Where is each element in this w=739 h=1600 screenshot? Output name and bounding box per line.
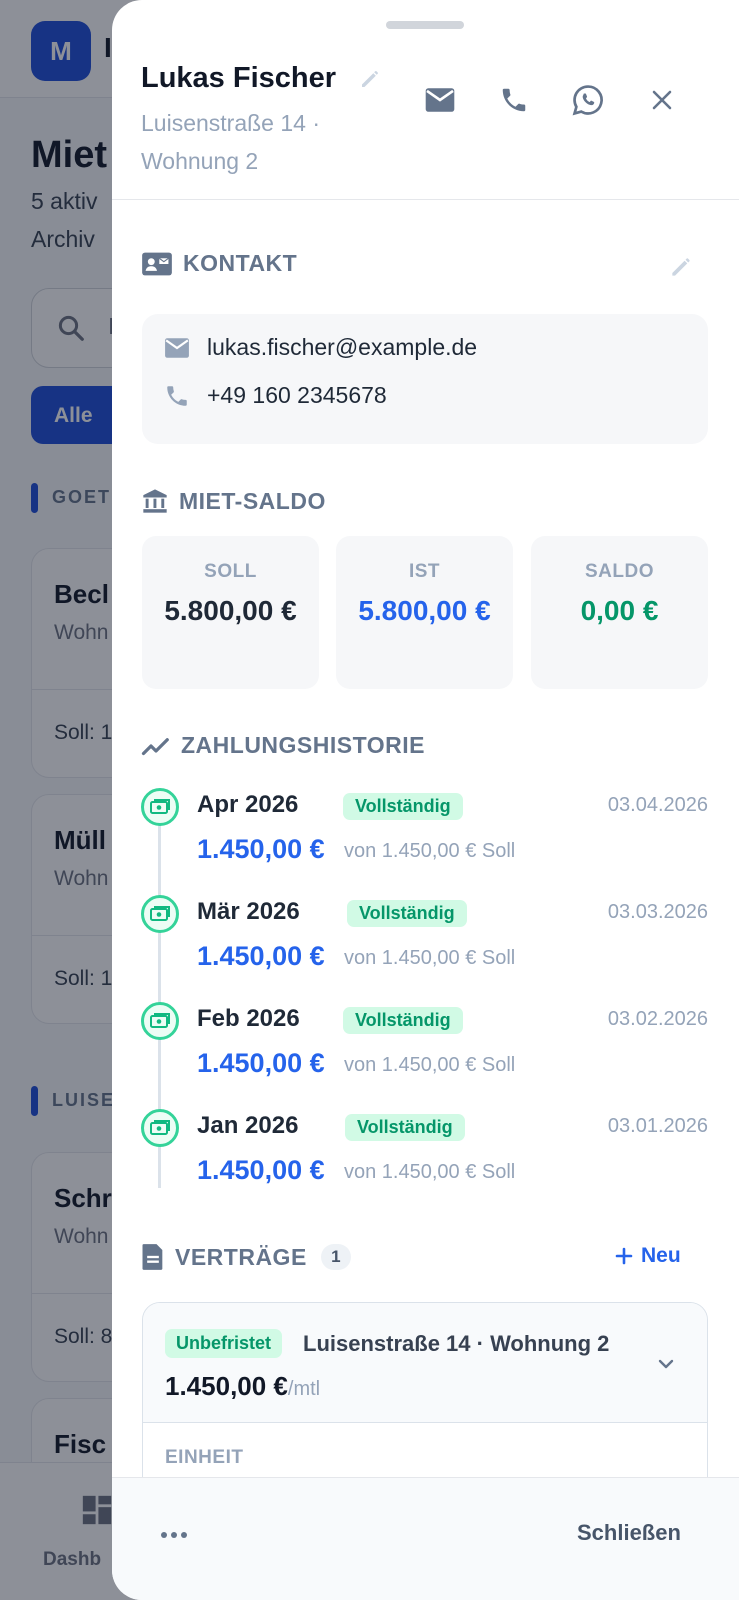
payment-status-badge: Vollständig — [343, 1007, 463, 1034]
drag-handle[interactable] — [386, 21, 464, 29]
contract-address: Luisenstraße 14 · Wohnung 2 — [303, 1331, 610, 1356]
mail-icon — [165, 337, 189, 358]
payment-item: Mär 2026 Vollständig 03.03.2026 1.450,00… — [141, 895, 708, 985]
saldo-label: IST — [408, 561, 441, 582]
email-button[interactable] — [420, 80, 460, 120]
payment-item: Jan 2026 Vollständig 03.01.2026 1.450,00… — [141, 1109, 708, 1199]
payment-month: Feb 2026 — [197, 1005, 300, 1032]
whatsapp-button[interactable] — [568, 80, 608, 120]
payment-expected: von 1.450,00 € Soll — [344, 947, 516, 969]
payment-item: Feb 2026 Vollständig 03.02.2026 1.450,00… — [141, 1002, 708, 1092]
payment-expected: von 1.450,00 € Soll — [344, 840, 516, 862]
payment-status-badge: Vollständig — [343, 793, 463, 820]
saldo-label: SALDO — [585, 561, 654, 582]
payment-status-icon — [141, 1002, 179, 1040]
contact-card-icon — [142, 252, 172, 275]
edit-contact-icon[interactable] — [668, 254, 694, 280]
contact-section-header: KONTAKT — [141, 250, 297, 277]
history-section-header: ZAHLUNGSHISTORIE — [141, 732, 425, 759]
document-icon — [142, 1244, 163, 1270]
tenant-detail-sheet: Lukas Fischer Luisenstraße 14 · Wohnung … — [112, 0, 739, 1600]
contracts-count-badge: 1 — [320, 1244, 351, 1270]
payment-amount: 1.450,00 € — [197, 941, 325, 971]
section-title: VERTRÄGE — [175, 1243, 307, 1270]
saldo-balance-card: SALDO 0,00 € — [531, 536, 708, 689]
sheet-footer: Schließen — [112, 1477, 739, 1600]
tenant-address: Luisenstraße 14 · Wohnung 2 — [141, 104, 361, 180]
phone-icon — [502, 88, 526, 112]
saldo-label: SOLL — [204, 561, 257, 582]
contract-rent-amount: 1.450,00 € — [165, 1371, 288, 1401]
mail-icon — [425, 88, 455, 112]
payment-month: Mär 2026 — [197, 898, 300, 925]
edit-name-icon[interactable] — [358, 67, 382, 91]
payment-status-icon — [141, 895, 179, 933]
new-contract-button[interactable]: Neu — [615, 1244, 681, 1268]
saldo-soll-card: SOLL 5.800,00 € — [142, 536, 319, 689]
section-title: ZAHLUNGSHISTORIE — [181, 732, 425, 758]
new-contract-label: Neu — [641, 1244, 681, 1267]
divider — [112, 199, 739, 200]
payment-amount: 1.450,00 € — [197, 834, 325, 864]
contact-box: lukas.fischer@example.de +49 160 2345678 — [142, 314, 708, 444]
saldo-value: 5.800,00 € — [164, 595, 297, 626]
more-options-icon[interactable] — [160, 1530, 188, 1540]
contact-email-row[interactable]: lukas.fischer@example.de — [164, 334, 477, 361]
section-title: MIET-SALDO — [179, 487, 326, 514]
contract-card-header[interactable]: Unbefristet Luisenstraße 14 · Wohnung 2 … — [143, 1303, 707, 1423]
payment-status-badge: Vollständig — [345, 1114, 465, 1141]
saldo-ist-card: IST 5.800,00 € — [336, 536, 513, 689]
saldo-section-header: MIET-SALDO — [141, 487, 326, 515]
section-title: KONTAKT — [183, 250, 298, 276]
payment-date: 03.03.2026 — [607, 901, 708, 923]
payment-date: 03.02.2026 — [607, 1008, 708, 1030]
payment-month: Jan 2026 — [197, 1112, 299, 1139]
payment-date: 03.01.2026 — [607, 1115, 708, 1137]
payment-amount: 1.450,00 € — [197, 1048, 325, 1078]
payment-status-icon — [141, 788, 179, 826]
contracts-section-header: VERTRÄGE 1 — [141, 1243, 351, 1271]
payment-item: Apr 2026 Vollständig 03.04.2026 1.450,00… — [141, 788, 708, 878]
saldo-value: 0,00 € — [580, 595, 659, 626]
chevron-down-icon[interactable] — [655, 1353, 677, 1375]
trend-icon — [141, 737, 169, 755]
bank-icon — [143, 489, 167, 513]
phone-icon — [167, 385, 187, 406]
contact-email: lukas.fischer@example.de — [207, 334, 478, 360]
payment-expected: von 1.450,00 € Soll — [344, 1161, 516, 1183]
payment-amount: 1.450,00 € — [197, 1155, 325, 1185]
contract-card[interactable]: Unbefristet Luisenstraße 14 · Wohnung 2 … — [142, 1302, 708, 1502]
plus-icon — [615, 1247, 633, 1265]
contract-rent: 1.450,00 €/mtl — [165, 1371, 320, 1402]
address-line: Wohnung 2 — [141, 148, 259, 174]
contract-rent-unit: /mtl — [287, 1378, 321, 1400]
contract-unit-label: EINHEIT — [165, 1447, 244, 1468]
payment-status-icon — [141, 1109, 179, 1147]
address-line: Luisenstraße 14 · — [141, 110, 320, 136]
payment-status-badge: Vollständig — [347, 900, 467, 927]
contact-phone: +49 160 2345678 — [207, 382, 387, 408]
whatsapp-icon — [572, 85, 603, 116]
tenant-name: Lukas Fischer — [141, 62, 337, 94]
call-button[interactable] — [494, 80, 534, 120]
contact-phone-row[interactable]: +49 160 2345678 — [164, 382, 387, 409]
close-button[interactable]: Schließen — [577, 1520, 681, 1546]
close-button[interactable] — [642, 80, 682, 120]
payment-expected: von 1.450,00 € Soll — [344, 1054, 516, 1076]
payment-date: 03.04.2026 — [607, 794, 708, 816]
payment-month: Apr 2026 — [197, 791, 299, 818]
contract-status-badge: Unbefristet — [165, 1329, 283, 1358]
close-icon — [652, 90, 672, 110]
saldo-value: 5.800,00 € — [358, 595, 491, 626]
